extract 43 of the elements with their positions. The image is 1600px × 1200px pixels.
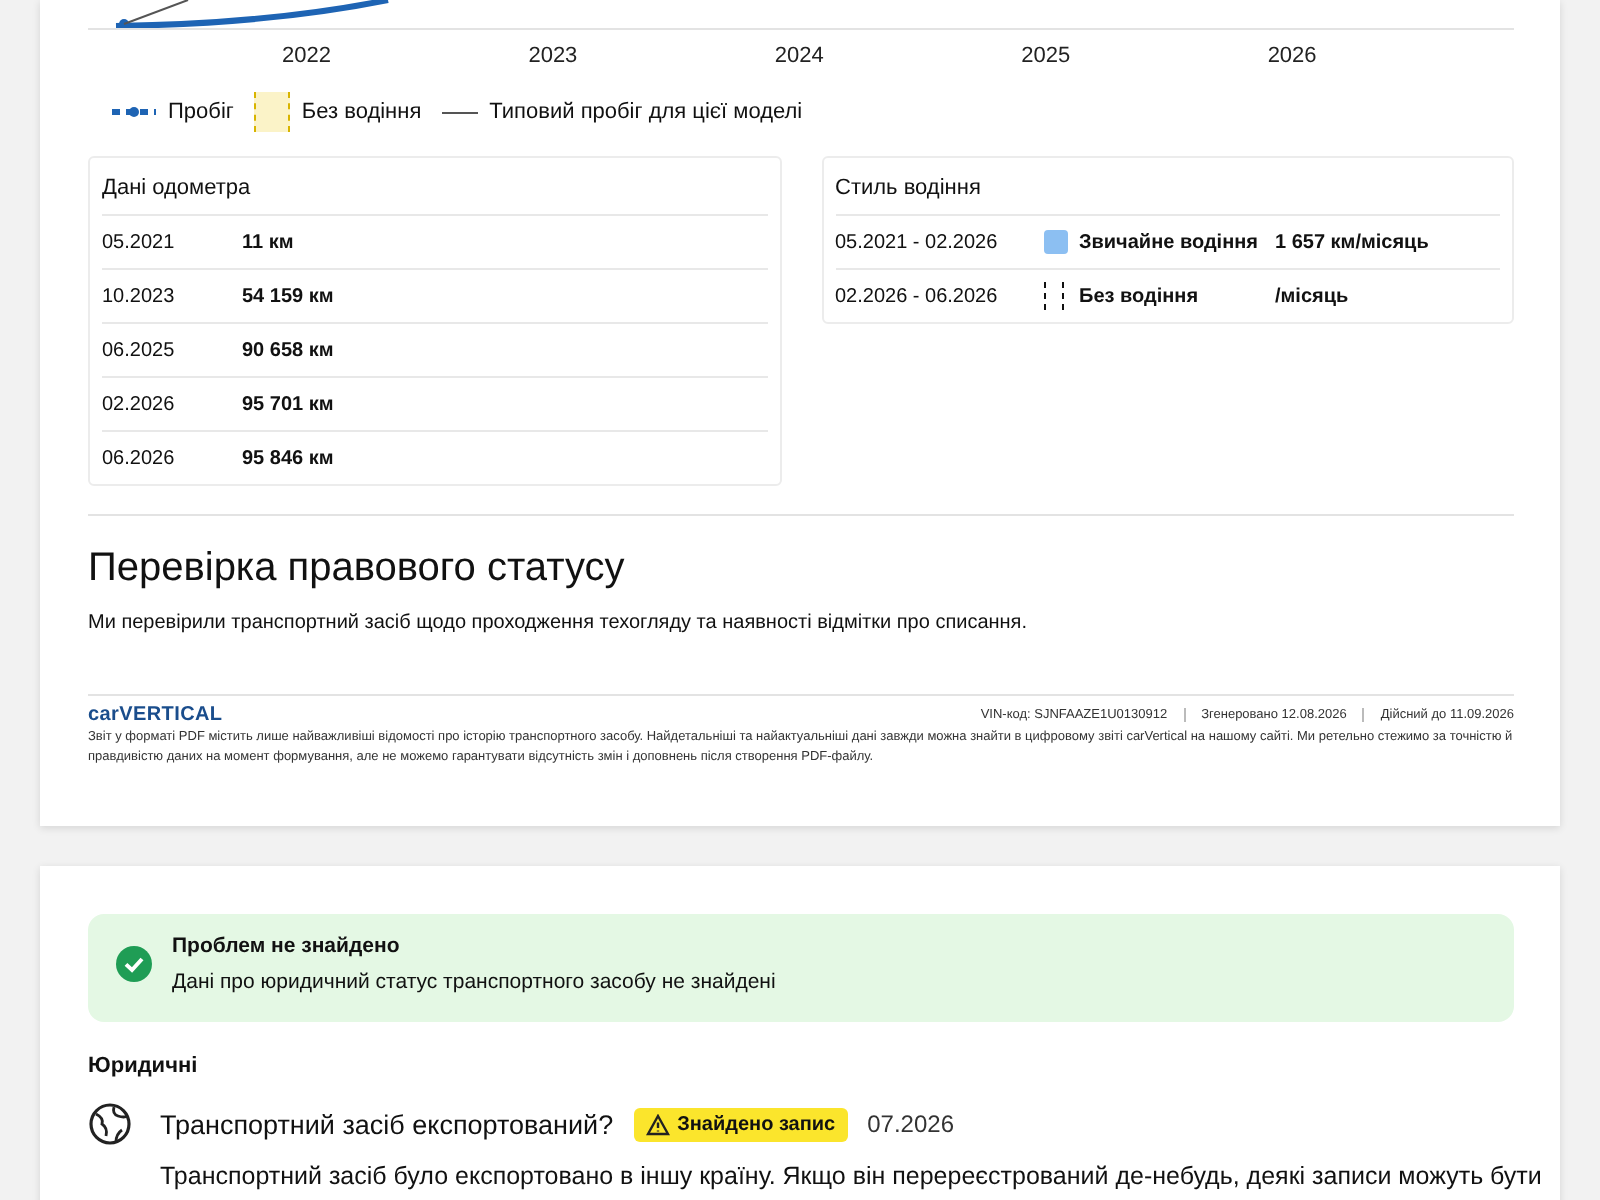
date-text: 06.2026 <box>102 447 177 469</box>
mileage-value: 11 км <box>242 231 294 253</box>
date-text: 10.2023 <box>102 285 177 307</box>
section-description: Ми перевірили транспортний засіб щодо проходження техогляду та наявності відмітки про списання. <box>88 612 1029 634</box>
no-driving-swatch-icon <box>1043 282 1063 310</box>
check-title: Транспортний засіб експортований? <box>160 1109 614 1139</box>
warning-icon <box>645 1113 670 1135</box>
mileage-value: 90 658 км <box>242 339 334 361</box>
year-label: 2024 <box>774 44 826 68</box>
legend-label: Без водіння <box>301 100 422 124</box>
status-text: Дані про юридичний статус транспортного засобу не знайдені <box>172 970 776 994</box>
date-text: 05.2021 <box>102 231 177 253</box>
check-date: 07.2026 <box>867 1110 954 1138</box>
mileage-value: 95 701 км <box>242 393 334 415</box>
rate-text: 1 657 км/місяць <box>1275 231 1429 253</box>
section-heading: Перевірка правового статусу <box>88 546 627 592</box>
record-found-badge: Знайдено запис <box>633 1107 848 1141</box>
period-text: 05.2021 - 02.2026 <box>835 231 1000 253</box>
year-label: 2022 <box>282 44 333 68</box>
check-icon <box>116 946 152 982</box>
style-label: Без водіння <box>1079 285 1201 307</box>
mileage-value: 95 846 км <box>242 447 334 469</box>
date-text: 02.2026 <box>102 393 177 415</box>
date-text: 06.2025 <box>102 339 177 361</box>
mileage-legend-icon <box>112 106 156 118</box>
no-driving-legend-icon <box>253 92 290 132</box>
typical-line-legend-icon <box>441 111 478 113</box>
style-label: Звичайне водіння <box>1079 231 1260 253</box>
year-label: 2023 <box>528 44 580 68</box>
subsection-title: Юридичні <box>88 1054 200 1078</box>
panel-title: Стиль водіння <box>835 162 1500 216</box>
brand-logo: carVERTICAL <box>88 704 223 726</box>
check-description: Транспортний засіб було експортовано в іншу країну. Якщо він перереєстрований де-небудь, деякі записи можуть бути <box>160 1162 1542 1190</box>
legend-label: Типовий пробіг для цієї моделі <box>489 100 803 124</box>
panel-title: Дані одометра <box>102 162 767 216</box>
rate-text: /місяць <box>1275 285 1349 307</box>
legend-label: Пробіг <box>168 100 234 124</box>
mileage-value: 54 159 км <box>242 285 334 307</box>
globe-icon <box>88 1102 132 1146</box>
period-text: 02.2026 - 06.2026 <box>835 285 1000 307</box>
status-title: Проблем не знайдено <box>172 934 402 958</box>
year-label: 2026 <box>1267 44 1319 68</box>
year-label: 2025 <box>1021 44 1073 68</box>
